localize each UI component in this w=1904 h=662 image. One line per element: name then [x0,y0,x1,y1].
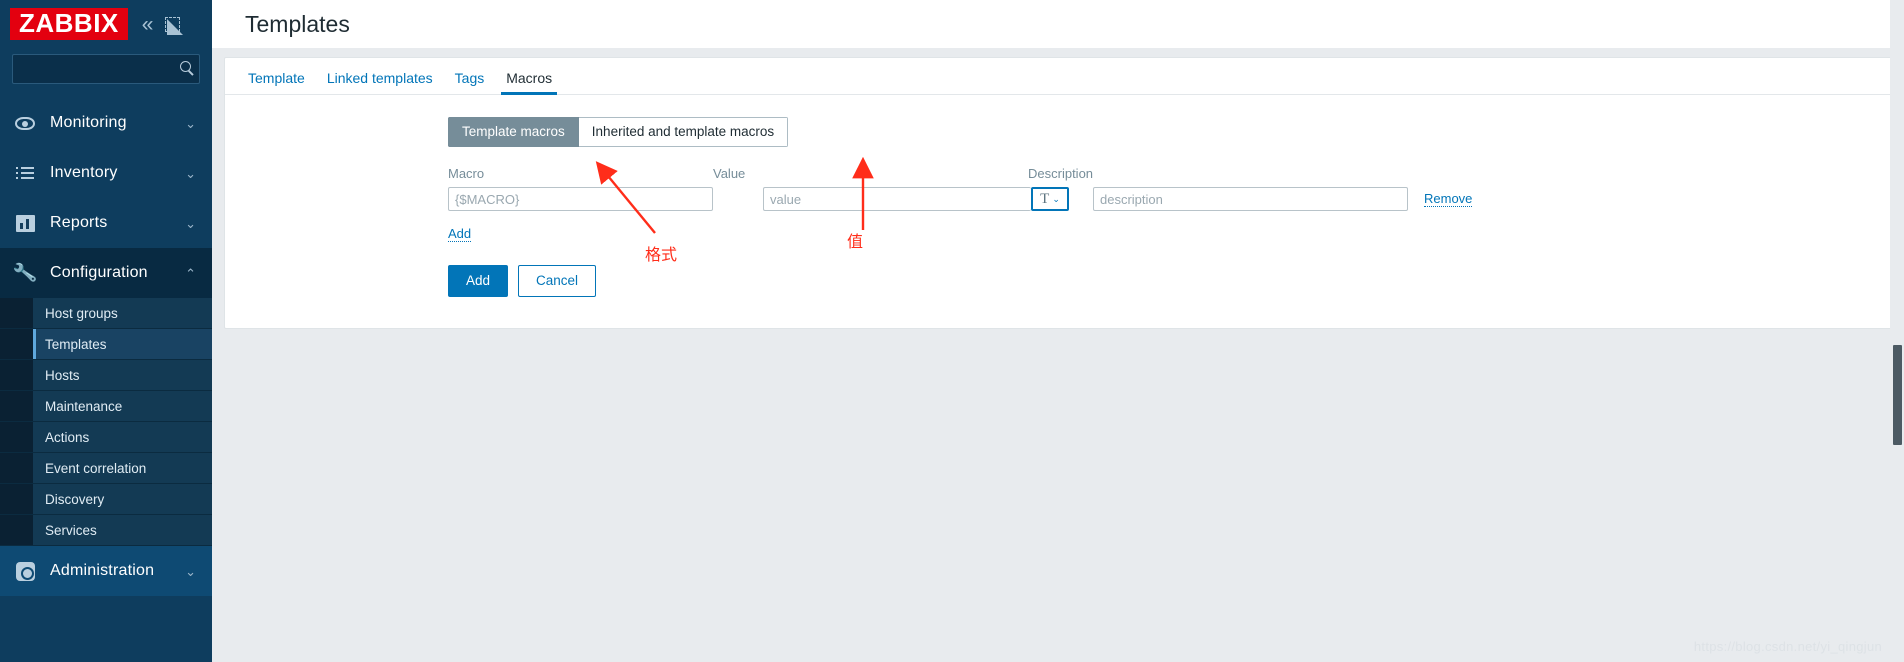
sidebar-subitem-label: Maintenance [45,398,123,414]
expand-square-icon[interactable] [165,16,184,35]
sidebar-item-label: Inventory [50,164,118,181]
sidebar-item-inventory[interactable]: Inventory ⌄ [0,148,212,198]
segment-label: Inherited and template macros [591,124,775,139]
macro-scope-toggle: Template macros Inherited and template m… [448,117,789,148]
sidebar-item-actions[interactable]: Actions [0,422,212,453]
sidebar-item-templates[interactable]: Templates [0,329,212,360]
cancel-button[interactable]: Cancel [518,265,597,297]
sidebar-subitem-label: Actions [45,429,90,445]
vertical-scrollbar[interactable] [1890,0,1904,662]
sidebar-search [0,54,212,84]
tab-label: Tags [454,70,485,86]
segment-template-macros[interactable]: Template macros [448,117,579,148]
chart-icon [10,214,40,232]
value-type-dropdown[interactable]: T ⌄ [1031,187,1069,212]
gear-icon [10,561,40,581]
sidebar-subitem-label: Host groups [45,305,118,321]
sidebar-item-reports[interactable]: Reports ⌄ [0,198,212,248]
chevron-down-icon: ⌄ [185,165,196,181]
macro-table-header: Macro Value Description [448,166,1891,181]
eye-icon [10,116,40,130]
macro-description-input[interactable] [1093,187,1408,212]
sidebar-item-hosts[interactable]: Hosts [0,360,212,391]
macro-value-input[interactable] [763,187,1031,212]
page-title: Templates [245,10,350,37]
chevron-down-icon: ⌄ [185,115,196,131]
segment-label: Template macros [462,124,565,139]
sidebar-item-host-groups[interactable]: Host groups [0,298,212,329]
sidebar-subitem-label: Discovery [45,491,105,507]
tab-label: Template [248,70,305,86]
watermark: https://blog.csdn.net/yi_qingjun [1693,639,1882,654]
macro-input[interactable] [448,187,713,212]
chevron-up-icon: ⌃ [185,265,196,281]
tab-label: Macros [506,70,553,86]
form-actions: Add Cancel [448,265,1891,297]
sidebar-item-label: Reports [50,214,108,231]
template-form-panel: Template Linked templates Tags Macros Te… [224,57,1892,329]
tab-tags[interactable]: Tags [444,71,496,94]
column-header-macro: Macro [448,166,485,182]
macros-form: Template macros Inherited and template m… [225,95,1891,297]
wrench-icon: 🔧 [11,261,39,286]
sidebar-header: ZABBIX « [0,0,212,48]
collapse-sidebar-icon[interactable]: « [142,14,154,35]
add-macro-link[interactable]: Add [448,226,472,243]
text-type-icon: T [1040,190,1050,207]
sidebar-subitem-label: Hosts [45,367,80,383]
macro-table-row: T ⌄ Remove [448,187,1891,212]
sidebar-subitem-label: Templates [45,336,107,352]
column-header-value: Value [713,166,746,182]
form-tabs: Template Linked templates Tags Macros [225,58,1891,95]
sidebar-nav: Monitoring ⌄ Inventory ⌄ Reports ⌄ 🔧 Con… [0,98,212,596]
sidebar-item-label: Configuration [50,264,148,281]
list-icon [10,164,40,182]
sidebar-item-discovery[interactable]: Discovery [0,484,212,515]
column-header-description: Description [1028,166,1094,182]
add-macro-row: Add [448,225,1891,243]
sidebar-item-services[interactable]: Services [0,515,212,546]
scrollbar-thumb[interactable] [1893,345,1902,445]
sidebar-item-event-correlation[interactable]: Event correlation [0,453,212,484]
add-button[interactable]: Add [448,265,509,297]
segment-inherited-and-template-macros[interactable]: Inherited and template macros [578,117,789,148]
sidebar-item-label: Administration [50,562,155,579]
tab-label: Linked templates [326,70,433,86]
sidebar-item-maintenance[interactable]: Maintenance [0,391,212,422]
sidebar-item-administration[interactable]: Administration ⌄ [0,546,212,596]
sidebar: ZABBIX « Monitoring ⌄ Inventory ⌄ Report… [0,0,212,662]
chevron-down-icon: ⌄ [185,563,196,579]
zabbix-logo: ZABBIX [10,8,128,40]
sidebar-item-monitoring[interactable]: Monitoring ⌄ [0,98,212,148]
sidebar-item-label: Monitoring [50,114,127,131]
page-header: Templates [212,0,1904,48]
chevron-down-icon: ⌄ [185,215,196,231]
search-icon [180,61,191,72]
tab-linked-templates[interactable]: Linked templates [316,71,444,94]
sidebar-subitem-label: Services [45,522,97,538]
search-input[interactable] [13,55,199,83]
sidebar-item-configuration[interactable]: 🔧 Configuration ⌃ [0,248,212,298]
chevron-down-icon: ⌄ [1052,193,1060,204]
tab-macros[interactable]: Macros [495,70,563,95]
sidebar-subitem-label: Event correlation [45,460,147,476]
tab-template[interactable]: Template [237,71,316,94]
main-content: Templates Template Linked templates Tags… [212,0,1904,662]
remove-macro-link[interactable]: Remove [1424,191,1473,208]
configuration-submenu: Host groups Templates Hosts Maintenance … [0,298,212,546]
